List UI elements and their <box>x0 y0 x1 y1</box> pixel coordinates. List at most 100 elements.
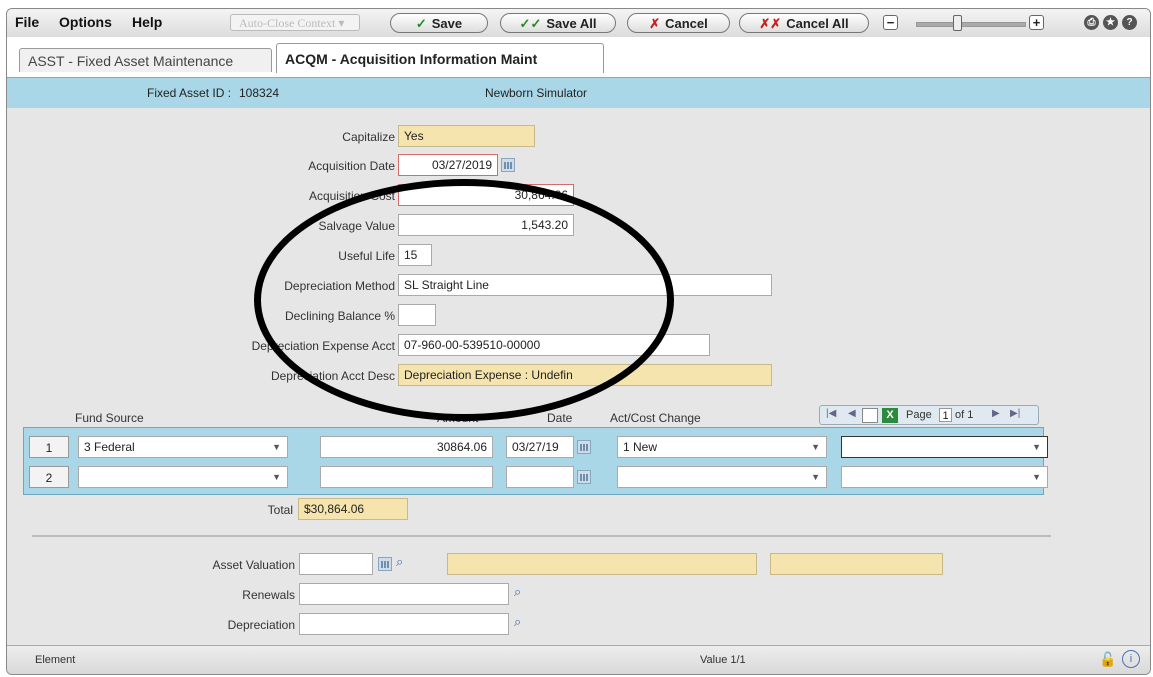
amount-field[interactable] <box>320 466 493 488</box>
x-icon: ✗ <box>649 16 661 31</box>
save-all-button[interactable]: ✓✓ Save All <box>500 13 616 33</box>
save-label: Save <box>431 16 463 31</box>
chevron-down-icon: ▼ <box>1032 442 1041 452</box>
lock-icon[interactable]: 🔓 <box>1099 651 1116 668</box>
save-all-label: Save All <box>546 16 597 31</box>
act-cost-dropdown[interactable]: 1 New ▼ <box>617 436 827 458</box>
app-window: File Options Help Auto-Close Context ▾ ✓… <box>6 8 1151 675</box>
status-bar: Element Value 1/1 🔓 i <box>7 645 1150 674</box>
depreciation-method-field[interactable]: SL Straight Line <box>398 274 772 296</box>
divider <box>32 535 1051 537</box>
zoom-in-button[interactable]: + <box>1029 15 1044 30</box>
favorite-icon[interactable]: ★ <box>1103 15 1118 30</box>
chevron-down-icon: ▼ <box>272 472 281 482</box>
amount-field[interactable]: 30864.06 <box>320 436 493 458</box>
renewals-label: Renewals <box>242 588 295 602</box>
capitalize-label: Capitalize <box>342 130 395 144</box>
first-page-icon[interactable]: |◀ <box>826 408 836 419</box>
menu-options[interactable]: Options <box>59 14 112 30</box>
page-label: Page <box>906 409 932 421</box>
chevron-down-icon: ▼ <box>272 442 281 452</box>
grid-pager: |◀ ◀ X Page 1 of 1 ▶ ▶| <box>819 405 1039 425</box>
auto-close-label: Auto-Close Context <box>239 16 336 30</box>
extra-dropdown[interactable]: ▼ <box>841 466 1048 488</box>
depreciation-acct-desc-label: Depreciation Acct Desc <box>270 369 395 383</box>
check-icon: ✓ <box>415 16 427 31</box>
depreciation-expense-acct-label: Depreciation Expense Acct <box>251 339 395 353</box>
page-number-input[interactable]: 1 <box>939 408 952 422</box>
menu-file[interactable]: File <box>15 14 39 30</box>
record-header: Fixed Asset ID : 108324 Newborn Simulato… <box>7 77 1150 109</box>
zoom-slider-track[interactable] <box>916 22 1026 27</box>
next-page-icon[interactable]: ▶ <box>992 408 1000 419</box>
act-cost-header: Act/Cost Change <box>610 411 701 425</box>
useful-life-field[interactable]: 15 <box>398 244 432 266</box>
lookup-icon[interactable]: ⌕ <box>514 614 530 630</box>
asset-description: Newborn Simulator <box>485 86 588 100</box>
tab-asst[interactable]: ASST - Fixed Asset Maintenance <box>19 48 272 72</box>
cancel-button[interactable]: ✗ Cancel <box>627 13 730 33</box>
zoom-slider-thumb[interactable] <box>953 15 962 31</box>
act-cost-dropdown[interactable]: ▼ <box>617 466 827 488</box>
declining-balance-label: Declining Balance % <box>284 309 395 323</box>
date-header: Date <box>547 411 573 425</box>
depreciation-label: Depreciation <box>227 618 295 632</box>
salvage-value-label: Salvage Value <box>318 219 396 233</box>
calendar-icon[interactable] <box>378 557 392 571</box>
fund-source-grid: 1 3 Federal ▼ 30864.06 03/27/19 1 New ▼ ▼ … <box>23 427 1048 495</box>
calendar-icon[interactable] <box>577 440 591 454</box>
useful-life-label: Useful Life <box>338 249 395 263</box>
calendar-icon[interactable] <box>577 470 591 484</box>
date-field[interactable] <box>506 466 574 488</box>
fund-source-dropdown[interactable]: ▼ <box>78 466 288 488</box>
salvage-value-field[interactable]: 1,543.20 <box>398 214 574 236</box>
save-button[interactable]: ✓ Save <box>390 13 488 33</box>
double-x-icon: ✗✗ <box>759 16 782 31</box>
excel-icon[interactable]: X <box>882 408 898 423</box>
menu-bar: File Options Help Auto-Close Context ▾ ✓… <box>7 9 1150 38</box>
lookup-icon[interactable]: ⌕ <box>514 584 530 600</box>
auto-close-context-dropdown[interactable]: Auto-Close Context ▾ <box>230 14 360 31</box>
fund-source-header: Fund Source <box>75 411 144 425</box>
row-number[interactable]: 2 <box>29 466 69 488</box>
cancel-all-label: Cancel All <box>786 16 849 31</box>
status-element: Element <box>35 654 76 666</box>
extra-dropdown[interactable]: ▼ <box>841 436 1048 458</box>
depreciation-expense-acct-field[interactable]: 07-960-00-539510-00000 <box>398 334 710 356</box>
print-icon[interactable]: ⎙ <box>1084 15 1099 30</box>
fund-source-value: 3 Federal <box>84 440 135 454</box>
chevron-down-icon: ▼ <box>1032 472 1041 482</box>
declining-balance-field[interactable] <box>398 304 436 326</box>
menu-help[interactable]: Help <box>132 14 162 30</box>
depreciation-acct-desc-field: Depreciation Expense : Undefin <box>398 364 772 386</box>
total-label: Total <box>267 503 293 517</box>
row-number[interactable]: 1 <box>29 436 69 458</box>
prev-page-icon[interactable]: ◀ <box>848 408 856 419</box>
fund-source-dropdown[interactable]: 3 Federal ▼ <box>78 436 288 458</box>
depreciation-method-label: Depreciation Method <box>284 279 395 293</box>
renewals-field[interactable] <box>299 583 509 605</box>
lookup-icon[interactable]: ⌕ <box>396 554 412 570</box>
asset-valuation-extra-field <box>770 553 943 575</box>
date-field[interactable]: 03/27/19 <box>506 436 574 458</box>
asset-valuation-desc-field <box>447 553 757 575</box>
total-field: $30,864.06 <box>298 498 408 520</box>
last-page-icon[interactable]: ▶| <box>1010 408 1020 419</box>
calendar-icon[interactable] <box>501 158 515 172</box>
blank-doc-icon[interactable] <box>862 408 878 423</box>
depreciation-field[interactable] <box>299 613 509 635</box>
acquisition-date-label: Acquisition Date <box>308 159 395 173</box>
acquisition-date-field[interactable]: 03/27/2019 <box>398 154 498 176</box>
acquisition-cost-field[interactable]: 30,864.06 <box>398 184 574 206</box>
fixed-asset-id: 108324 <box>239 86 280 100</box>
cancel-all-button[interactable]: ✗✗ Cancel All <box>739 13 869 33</box>
tab-acqm[interactable]: ACQM - Acquisition Information Maint <box>276 43 604 73</box>
acquisition-cost-label: Acquisition Cost <box>308 189 395 203</box>
info-icon[interactable]: i <box>1122 650 1140 668</box>
tab-strip: ASST - Fixed Asset Maintenance ACQM - Ac… <box>7 37 1150 77</box>
zoom-out-button[interactable]: − <box>883 15 898 30</box>
help-icon[interactable]: ? <box>1122 15 1137 30</box>
act-cost-value: 1 New <box>623 440 658 454</box>
asset-valuation-field[interactable] <box>299 553 373 575</box>
fixed-asset-id-label: Fixed Asset ID : <box>147 86 232 100</box>
